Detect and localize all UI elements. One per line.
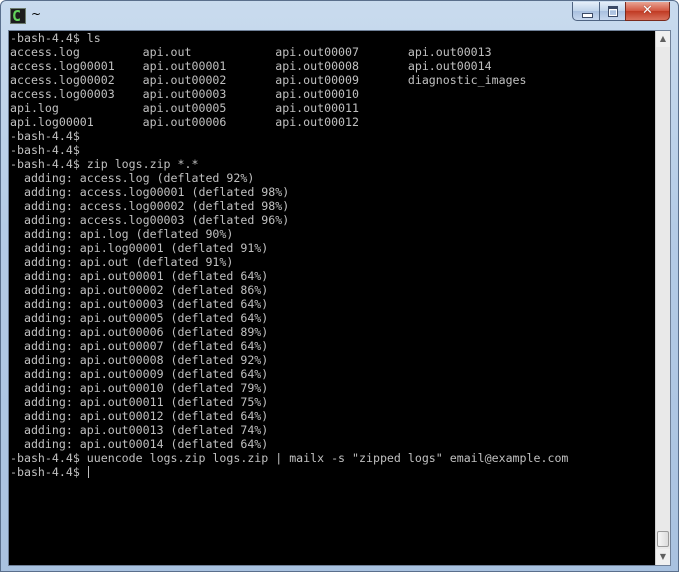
close-button[interactable]: ✕ bbox=[625, 2, 670, 21]
terminal-line: adding: api.out00005 (deflated 64%) bbox=[10, 311, 269, 325]
terminal-line: access.log00001 api.out00001 api.out0000… bbox=[10, 59, 492, 73]
terminal-line: adding: api.out00001 (deflated 64%) bbox=[10, 269, 269, 283]
terminal-line: adding: api.out00011 (deflated 75%) bbox=[10, 395, 269, 409]
minimize-button[interactable] bbox=[572, 2, 600, 21]
terminal-line: -bash-4.4$ bbox=[10, 129, 80, 143]
terminal-line: adding: api.out00010 (deflated 79%) bbox=[10, 381, 269, 395]
terminal-line: adding: api.log00001 (deflated 91%) bbox=[10, 241, 269, 255]
scroll-up-button[interactable]: ▲ bbox=[656, 31, 670, 47]
cygwin-terminal-icon[interactable]: C bbox=[10, 7, 26, 25]
terminal-line: -bash-4.4$ bbox=[10, 143, 80, 157]
title-bar[interactable]: C ~ ✕ bbox=[1, 1, 678, 31]
terminal-line: api.log00001 api.out00006 api.out00012 bbox=[10, 115, 360, 129]
terminal-line: adding: api.out00006 (deflated 89%) bbox=[10, 325, 269, 339]
terminal-line: access.log00003 api.out00003 api.out0001… bbox=[10, 87, 360, 101]
terminal-line: api.log api.out00005 api.out00011 bbox=[10, 101, 360, 115]
maximize-icon bbox=[608, 6, 618, 17]
terminal-output[interactable]: -bash-4.4$ ls access.log api.out api.out0… bbox=[10, 31, 654, 565]
terminal-line: adding: api.out00013 (deflated 74%) bbox=[10, 423, 269, 437]
terminal-line: adding: access.log00001 (deflated 98%) bbox=[10, 185, 290, 199]
terminal-line: adding: access.log00003 (deflated 96%) bbox=[10, 213, 290, 227]
terminal-line: -bash-4.4$ zip logs.zip *.* bbox=[10, 157, 199, 171]
terminal-line: adding: access.log00002 (deflated 98%) bbox=[10, 199, 290, 213]
terminal-line: adding: api.out00014 (deflated 64%) bbox=[10, 437, 269, 451]
text-cursor bbox=[87, 466, 89, 478]
terminal-line: -bash-4.4$ uuencode logs.zip logs.zip | … bbox=[10, 451, 569, 465]
prompt-text: -bash-4.4$ bbox=[10, 465, 87, 479]
scroll-down-arrow-icon: ▼ bbox=[659, 552, 667, 561]
terminal-line: -bash-4.4$ ls bbox=[10, 31, 101, 45]
terminal-line: access.log api.out api.out00007 api.out0… bbox=[10, 45, 492, 59]
terminal-line: adding: api.out00008 (deflated 92%) bbox=[10, 353, 269, 367]
close-icon: ✕ bbox=[642, 3, 653, 18]
scroll-down-button[interactable]: ▼ bbox=[656, 549, 670, 565]
scroll-up-arrow-icon: ▲ bbox=[659, 34, 667, 43]
terminal-line: adding: api.out (deflated 91%) bbox=[10, 255, 234, 269]
minimize-icon bbox=[582, 13, 593, 18]
terminal-line: adding: api.out00007 (deflated 64%) bbox=[10, 339, 269, 353]
terminal-prompt-line[interactable]: -bash-4.4$ bbox=[10, 465, 654, 479]
terminal-line: adding: access.log (deflated 92%) bbox=[10, 171, 255, 185]
scrollbar-thumb[interactable] bbox=[657, 531, 669, 547]
terminal-line: adding: api.out00009 (deflated 64%) bbox=[10, 367, 269, 381]
terminal-client-area: -bash-4.4$ ls access.log api.out api.out0… bbox=[8, 30, 671, 566]
maximize-button[interactable] bbox=[599, 2, 626, 21]
terminal-window: C ~ ✕ -bash-4.4$ ls access.log api.out ap… bbox=[0, 0, 679, 572]
terminal-line: adding: api.out00012 (deflated 64%) bbox=[10, 409, 269, 423]
window-title: ~ bbox=[31, 7, 42, 21]
terminal-line: access.log00002 api.out00002 api.out0000… bbox=[10, 73, 527, 87]
terminal-line: adding: api.out00003 (deflated 64%) bbox=[10, 297, 269, 311]
terminal-line: adding: api.log (deflated 90%) bbox=[10, 227, 234, 241]
terminal-line: adding: api.out00002 (deflated 86%) bbox=[10, 283, 269, 297]
vertical-scrollbar[interactable]: ▲ ▼ bbox=[655, 31, 670, 565]
